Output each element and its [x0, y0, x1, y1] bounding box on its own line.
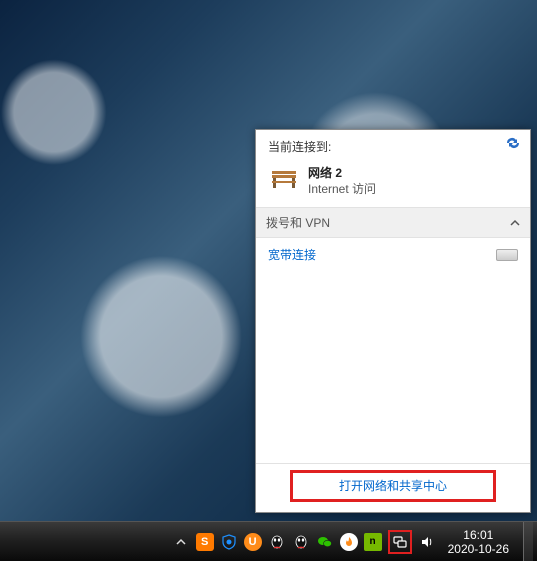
flyout-footer: 打开网络和共享中心: [256, 464, 530, 512]
sogou-ime-icon[interactable]: S: [196, 533, 214, 551]
taskbar: S U n: [0, 521, 537, 561]
chevron-up-icon: [510, 216, 520, 230]
qq-icon-2[interactable]: [292, 533, 310, 551]
show-desktop-button[interactable]: [523, 522, 533, 561]
flyout-empty-area: [256, 271, 530, 463]
volume-icon[interactable]: [418, 533, 436, 551]
dialup-vpn-section[interactable]: 拨号和 VPN: [256, 207, 530, 238]
section-label: 拨号和 VPN: [266, 214, 330, 231]
open-network-center-link[interactable]: 打开网络和共享中心: [339, 479, 447, 493]
security-shield-icon[interactable]: [220, 533, 238, 551]
taskbar-clock[interactable]: 16:01 2020-10-26: [442, 528, 517, 556]
open-network-center-highlight: 打开网络和共享中心: [290, 470, 496, 502]
flame-icon[interactable]: [340, 533, 358, 551]
system-tray: S U n: [168, 522, 537, 561]
active-network-item[interactable]: 网络 2 Internet 访问: [256, 161, 530, 207]
park-bench-icon: [268, 165, 300, 193]
modem-icon: [496, 249, 518, 261]
broadband-connection-item[interactable]: 宽带连接: [256, 238, 530, 271]
network-status: Internet 访问: [308, 181, 376, 197]
desktop-background: 当前连接到: 网络 2 Internet 访问 拨号和 VPN: [0, 0, 537, 561]
network-text: 网络 2 Internet 访问: [308, 165, 376, 197]
qq-icon[interactable]: [268, 533, 286, 551]
network-tray-highlight: [388, 530, 412, 554]
uc-browser-icon[interactable]: U: [244, 533, 262, 551]
tray-overflow-button[interactable]: [172, 522, 190, 561]
network-tray-icon[interactable]: [391, 533, 409, 551]
flyout-header: 当前连接到:: [256, 130, 530, 161]
network-name: 网络 2: [308, 165, 376, 181]
refresh-icon[interactable]: [504, 136, 522, 150]
nvidia-icon[interactable]: n: [364, 533, 382, 551]
network-flyout: 当前连接到: 网络 2 Internet 访问 拨号和 VPN: [255, 129, 531, 513]
wechat-icon[interactable]: [316, 533, 334, 551]
clock-date: 2020-10-26: [448, 542, 509, 556]
flyout-header-label: 当前连接到:: [268, 140, 331, 154]
broadband-label: 宽带连接: [268, 246, 316, 263]
clock-time: 16:01: [448, 528, 509, 542]
